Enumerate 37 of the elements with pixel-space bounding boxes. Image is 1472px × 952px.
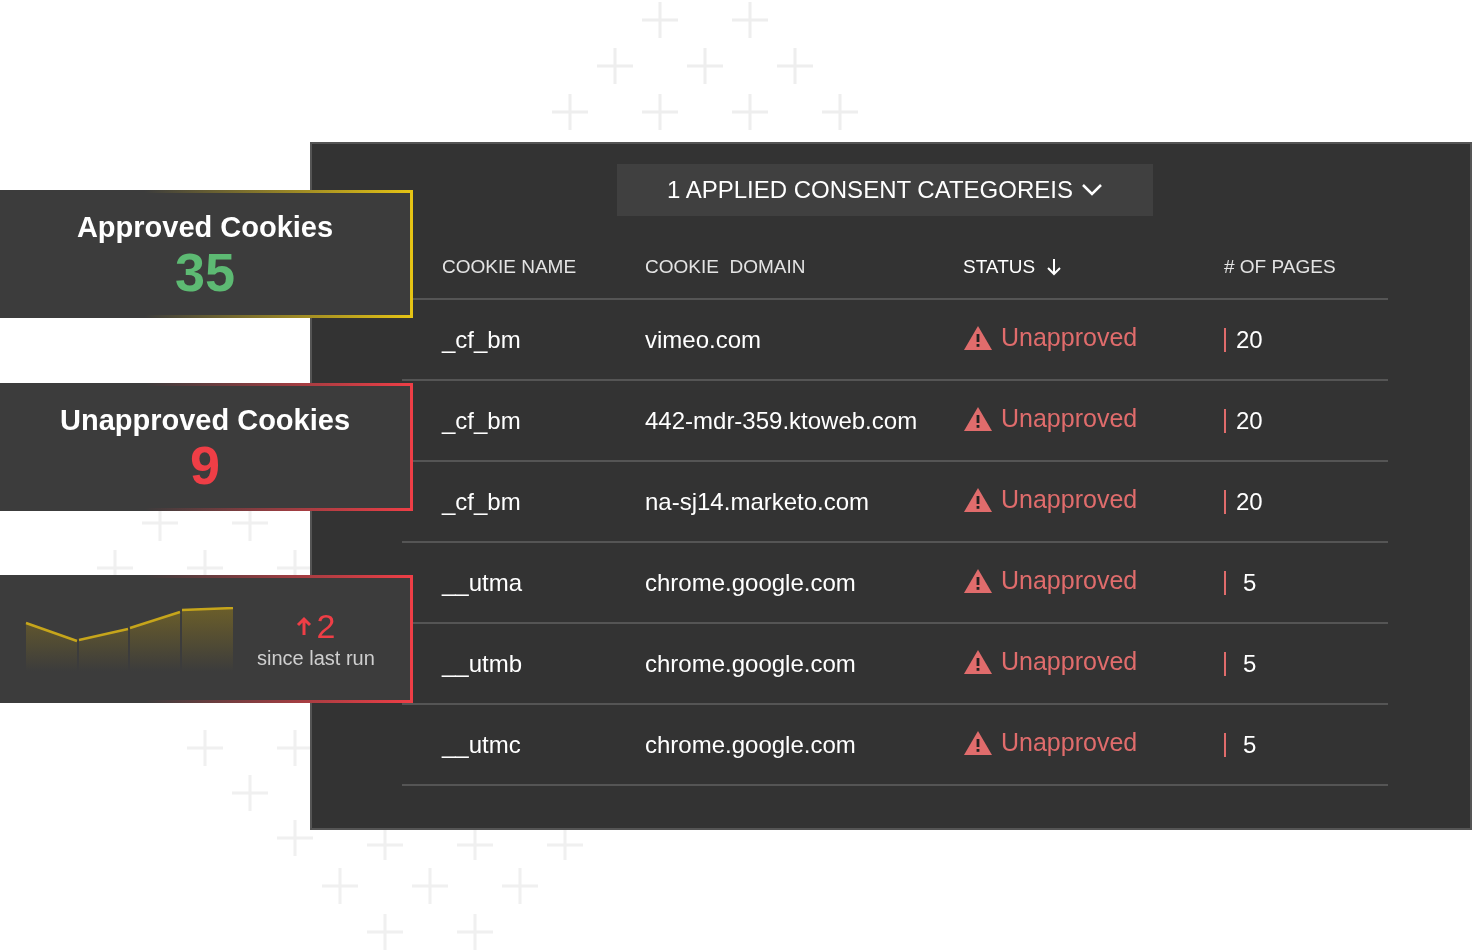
domain-cell-text: na-sj14.marketo.com	[645, 486, 871, 517]
page-count-cell-text: 5	[1242, 648, 1257, 679]
column-header[interactable]: # OF PAGES	[1224, 252, 1336, 282]
status-label: Unapproved	[1001, 645, 1138, 677]
page-count-cell-text: 20	[1236, 405, 1263, 436]
cookie-name-cell-text: _cf_bm	[440, 324, 522, 355]
status-label: Unapproved	[1001, 321, 1138, 353]
domain-cell-text: vimeo.com	[645, 324, 763, 355]
cookie-name-cell-text: __utmc	[440, 729, 522, 760]
page-count-cell-text: 20	[1236, 324, 1263, 355]
card-count: 35	[174, 245, 236, 300]
card-title: Approved Cookies	[76, 209, 334, 245]
cookie-name-cell-text: __utmb	[440, 648, 524, 679]
status-label: Unapproved	[1001, 564, 1138, 596]
domain-cell-text: chrome.google.com	[645, 567, 857, 598]
page-count-cell-text: 5	[1242, 567, 1257, 598]
card-title: Unapproved Cookies	[59, 402, 351, 438]
column-header[interactable]: COOKIE DOMAIN	[645, 252, 806, 282]
up-arrow-icon	[296, 616, 313, 636]
change-caption: since last run	[257, 646, 375, 671]
status-label: Unapproved	[1001, 402, 1138, 434]
page-count-cell-text: 5	[1242, 729, 1257, 760]
status-label: Unapproved	[1001, 726, 1138, 758]
domain-cell-text: 442-mdr-359.ktoweb.com	[645, 405, 919, 436]
domain-cell-text: chrome.google.com	[645, 729, 857, 760]
domain-cell-text: chrome.google.com	[645, 648, 857, 679]
consent-categories-dropdown[interactable]: 1 APPLIED CONSENT CATEGOREIS	[617, 164, 1153, 216]
cookie-name-cell-text: _cf_bm	[440, 405, 522, 436]
column-header[interactable]: STATUS	[963, 252, 1036, 282]
change-value: 2	[316, 609, 336, 643]
status-label: Unapproved	[1001, 483, 1138, 515]
card-count: 9	[189, 438, 220, 493]
cookie-name-cell-text: __utma	[440, 567, 524, 598]
cookie-name-cell-text: _cf_bm	[440, 486, 522, 517]
column-header[interactable]: COOKIE NAME	[442, 252, 577, 282]
page-count-cell-text: 20	[1236, 486, 1263, 517]
chevron-down-icon	[1080, 183, 1103, 197]
